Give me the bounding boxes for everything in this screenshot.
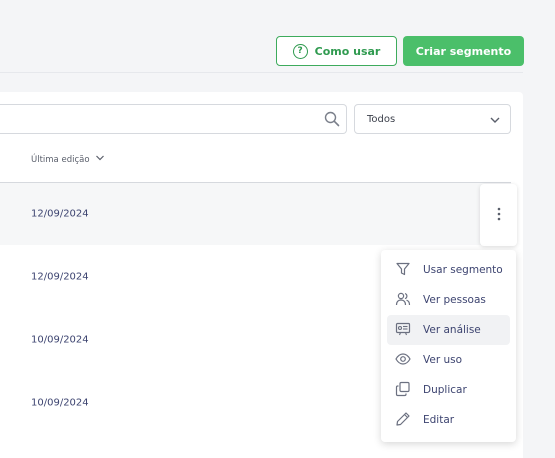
search-icon [324,111,340,131]
duplicate-icon [395,381,411,400]
menu-item-duplicate[interactable]: Duplicar [387,375,510,405]
row-actions-button[interactable] [480,184,517,246]
how-to-use-button[interactable]: ? Como usar [276,36,397,66]
menu-item-use-segment[interactable]: Usar segmento [387,255,510,285]
topbar-divider [0,72,523,73]
menu-item-view-usage[interactable]: Ver uso [387,345,510,375]
analysis-icon [395,321,411,340]
row-date: 10/09/2024 [31,334,89,346]
create-segment-label: Criar segmento [415,44,512,58]
question-icon: ? [292,43,308,59]
table-row[interactable]: 12/09/2024 [0,183,511,245]
menu-item-label: Editar [423,414,455,426]
chevron-down-icon [489,114,501,129]
eye-icon [395,351,411,370]
menu-item-label: Ver uso [423,354,463,366]
last-edit-header-label: Última edição [31,154,90,165]
search-input[interactable] [0,104,347,134]
status-select[interactable]: Todos [354,104,511,134]
menu-item-label: Ver pessoas [423,294,486,306]
pencil-icon [395,411,411,430]
last-edit-column-header[interactable]: Última edição [31,153,105,166]
row-date: 12/09/2024 [31,271,89,283]
menu-item-label: Duplicar [423,384,467,396]
people-icon [395,291,411,310]
chevron-down-icon [95,153,105,166]
row-date: 12/09/2024 [31,208,89,220]
menu-item-edit[interactable]: Editar [387,405,510,435]
menu-item-view-analysis[interactable]: Ver análise [387,315,510,345]
filter-icon [395,261,411,280]
row-date: 10/09/2024 [31,397,89,409]
status-select-value: Todos [367,113,396,125]
row-actions-menu: Usar segmento Ver pessoas Ver análise Ve… [381,250,516,442]
menu-item-view-people[interactable]: Ver pessoas [387,285,510,315]
menu-item-label: Ver análise [423,324,481,336]
kebab-menu-icon [497,206,501,225]
how-to-use-label: Como usar [314,44,381,58]
menu-item-label: Usar segmento [423,264,503,276]
create-segment-button[interactable]: Criar segmento [403,36,524,66]
